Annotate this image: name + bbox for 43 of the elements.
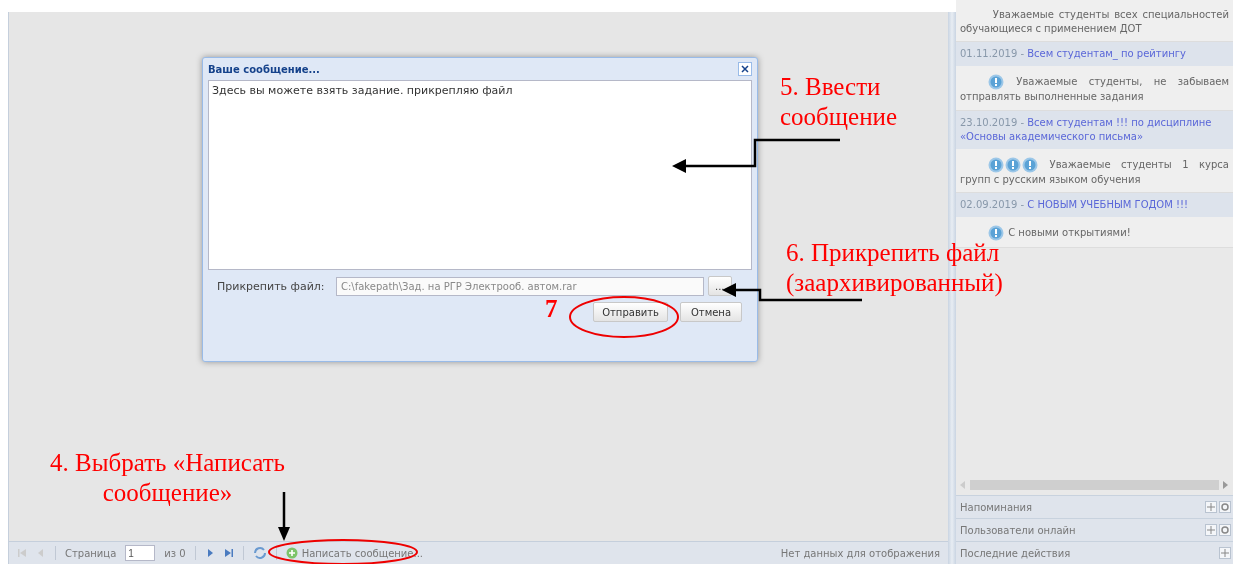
info-icon [1022, 156, 1038, 173]
news-title[interactable]: 23.10.2019 - Всем студентам !!! по дисциплине «Основы академического письма» [956, 110, 1233, 149]
scroll-left-icon[interactable] [960, 480, 966, 489]
arrow [278, 492, 290, 541]
annotation-text: 5. Ввести сообщение [780, 72, 898, 132]
settings-button[interactable] [1219, 501, 1231, 513]
news-text: Уважаемые студенты, не забываем отправлять выполненные задания [956, 66, 1233, 111]
refresh-icon[interactable] [252, 546, 267, 560]
info-icon [988, 74, 1004, 90]
file-field[interactable]: C:\fakepath\Зад. на РГР Электрооб. автом.rar [336, 276, 704, 296]
add-button[interactable] [1219, 547, 1231, 559]
dialog-title: Ваше сообщение... [208, 63, 320, 75]
panel-header[interactable]: Последние действия [956, 541, 1233, 564]
status-text: Нет данных для отображения [780, 547, 940, 559]
info-icon [988, 225, 1004, 241]
settings-button[interactable] [1219, 524, 1231, 536]
first-page-icon[interactable] [17, 548, 27, 558]
scroll-right-icon[interactable] [1223, 480, 1229, 489]
add-button[interactable] [1205, 501, 1217, 513]
news-text: Уважаемые студенты всех специальностей обучающиеся с применением ДОТ [956, 0, 1233, 42]
news-title[interactable]: 01.11.2019 - Всем студентам_ по рейтингу [956, 42, 1233, 66]
close-button[interactable] [738, 62, 752, 76]
add-button[interactable] [1205, 524, 1217, 536]
panel-header[interactable]: Пользователи онлайн [956, 518, 1233, 541]
horizontal-scrollbar[interactable] [960, 478, 1229, 491]
panel-header[interactable]: Напоминания [956, 495, 1233, 518]
add-icon [285, 547, 298, 559]
cancel-button[interactable]: Отмена [680, 302, 742, 322]
previous-page-icon[interactable] [36, 548, 46, 558]
attach-label: Прикрепить файл: [216, 279, 326, 293]
send-button[interactable]: Отправить [593, 302, 668, 322]
news-title[interactable]: 02.09.2019 - С НОВЫМ УЧЕБНЫМ ГОДОМ !!! [956, 193, 1233, 217]
browse-button[interactable]: ... [708, 276, 732, 296]
page-label: Страница [65, 547, 117, 559]
page-field[interactable]: 1 [125, 545, 156, 561]
message-field[interactable]: Здесь вы можете взять задание. прикрепляю файл [208, 80, 752, 270]
annotation-number: 7 [545, 294, 558, 324]
info-icon [1005, 156, 1021, 173]
last-page-icon[interactable] [223, 548, 234, 558]
news-text: Уважаемые студенты 1 курса групп с русским языком обучения [956, 148, 1233, 193]
page-total: из 0 [164, 547, 186, 559]
info-icon [988, 156, 1004, 173]
annotation-text: 4. Выбрать «Написать сообщение» [50, 448, 285, 508]
